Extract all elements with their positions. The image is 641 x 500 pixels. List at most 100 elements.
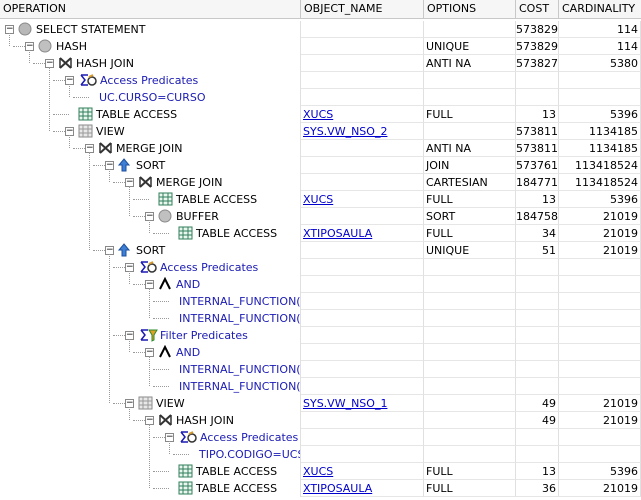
cost-cell: 51: [516, 242, 559, 259]
column-header-cardinality[interactable]: CARDINALITY: [559, 0, 641, 18]
object-name-cell: [301, 38, 424, 55]
options-cell: FULL: [424, 225, 516, 242]
column-header-operation[interactable]: OPERATION: [0, 0, 301, 18]
predicate-label: INTERNAL_FUNCTION(CURSO)=INTERNAL_FUNCTI…: [179, 380, 301, 393]
object-name-cell[interactable]: SYS.VW_NSO_2: [301, 123, 424, 140]
plan-row[interactable]: − BUFFER SORT 184758 21019: [0, 208, 641, 225]
plan-row[interactable]: TABLE ACCESS XUCS FULL 13 5396: [0, 191, 641, 208]
object-name-cell: [301, 276, 424, 293]
cardinality-cell: [559, 378, 641, 395]
plan-row[interactable]: − HASH JOIN 49 21019: [0, 412, 641, 429]
plan-row[interactable]: − Access Predicates: [0, 72, 641, 89]
operation-cell: TABLE ACCESS: [0, 191, 301, 208]
object-name-cell: [301, 344, 424, 361]
tree-guide-line: [149, 424, 150, 488]
tree-guide-line: [129, 271, 130, 284]
operation-label: SORT: [136, 159, 166, 172]
predicate-label: INTERNAL_FUNCTION(TIPO)=INTERNAL_FUNCTIO…: [179, 312, 301, 325]
plan-row[interactable]: − HASH UNIQUE 573829 114: [0, 38, 641, 55]
plan-row[interactable]: TABLE ACCESS XTIPOSAULA FULL 36 21019: [0, 480, 641, 497]
plan-row[interactable]: − MERGE JOIN CARTESIAN 184771 113418524: [0, 174, 641, 191]
plan-row[interactable]: INTERNAL_FUNCTION(CURSO)=INTERNAL_FUNCTI…: [0, 293, 641, 310]
object-name-cell: [301, 89, 424, 106]
table-icon: [178, 481, 193, 495]
operation-label: VIEW: [156, 397, 185, 410]
plan-row[interactable]: − Filter Predicates: [0, 327, 641, 344]
operation-cell: − SORT: [0, 242, 301, 259]
plan-row[interactable]: UC.CURSO=CURSO: [0, 89, 641, 106]
plan-row[interactable]: − Access Predicates: [0, 259, 641, 276]
column-header-options[interactable]: OPTIONS: [424, 0, 516, 18]
cost-cell: [516, 327, 559, 344]
tree-connector: [153, 386, 169, 387]
predicate-label: TIPO.CODIGO=UCS.CODIGO: [199, 448, 300, 461]
plan-row[interactable]: − VIEW SYS.VW_NSO_1 49 21019: [0, 395, 641, 412]
cardinality-cell: [559, 446, 641, 463]
plan-row[interactable]: − AND: [0, 276, 641, 293]
operation-cell: − Access Predicates: [0, 72, 301, 89]
plan-row[interactable]: TABLE ACCESS XUCS FULL 13 5396: [0, 106, 641, 123]
object-name-cell: [301, 259, 424, 276]
table-icon: [178, 226, 193, 240]
plan-row[interactable]: TABLE ACCESS XTIPOSAULA FULL 34 21019: [0, 225, 641, 242]
plan-row[interactable]: INTERNAL_FUNCTION(TIPO)=INTERNAL_FUNCTIO…: [0, 361, 641, 378]
object-name-cell[interactable]: SYS.VW_NSO_1: [301, 395, 424, 412]
plan-row[interactable]: − SORT JOIN 573761 113418524: [0, 157, 641, 174]
object-name-cell: [301, 174, 424, 191]
cost-cell: [516, 259, 559, 276]
tree-guide-line: [169, 441, 170, 454]
view-icon: [78, 124, 93, 138]
plan-row[interactable]: − SELECT STATEMENT 573829 114: [0, 21, 641, 38]
column-header-object-name[interactable]: OBJECT_NAME: [301, 0, 424, 18]
options-cell: SORT: [424, 208, 516, 225]
cardinality-cell: [559, 276, 641, 293]
access-predicates-icon: [138, 260, 157, 274]
cardinality-cell: 1134185: [559, 123, 641, 140]
cost-cell: [516, 276, 559, 293]
options-cell: [424, 412, 516, 429]
operation-label: MERGE JOIN: [156, 176, 223, 189]
plan-row[interactable]: − HASH JOIN ANTI NA 573827 5380: [0, 55, 641, 72]
cost-cell: 49: [516, 412, 559, 429]
object-name-cell[interactable]: XUCS: [301, 463, 424, 480]
plan-row[interactable]: − AND: [0, 344, 641, 361]
predicate-label: Access Predicates: [160, 261, 259, 274]
options-cell: [424, 293, 516, 310]
plan-row[interactable]: INTERNAL_FUNCTION(TIPO)=INTERNAL_FUNCTIO…: [0, 310, 641, 327]
tree-connector: [73, 97, 89, 98]
cost-cell: 184758: [516, 208, 559, 225]
options-cell: [424, 344, 516, 361]
tree-connector: [153, 318, 169, 319]
operation-cell: − VIEW: [0, 123, 301, 140]
object-name-cell: [301, 242, 424, 259]
plan-row[interactable]: − SORT UNIQUE 51 21019: [0, 242, 641, 259]
cardinality-cell: 114: [559, 21, 641, 38]
cardinality-cell: 21019: [559, 480, 641, 497]
plan-row[interactable]: − VIEW SYS.VW_NSO_2 573811 1134185: [0, 123, 641, 140]
object-name-cell: [301, 327, 424, 344]
object-name-cell: [301, 72, 424, 89]
operation-cell: − SORT: [0, 157, 301, 174]
predicate-label: INTERNAL_FUNCTION(TIPO)=INTERNAL_FUNCTIO…: [179, 363, 301, 376]
plan-row[interactable]: − Access Predicates: [0, 429, 641, 446]
cardinality-cell: 114: [559, 38, 641, 55]
join-icon: [58, 56, 73, 70]
options-cell: [424, 395, 516, 412]
plan-row[interactable]: TIPO.CODIGO=UCS.CODIGO: [0, 446, 641, 463]
view-icon: [138, 396, 153, 410]
plan-row[interactable]: INTERNAL_FUNCTION(CURSO)=INTERNAL_FUNCTI…: [0, 378, 641, 395]
cardinality-cell: [559, 259, 641, 276]
object-name-cell[interactable]: XTIPOSAULA: [301, 225, 424, 242]
operation-cell: − Access Predicates: [0, 259, 301, 276]
object-name-cell: [301, 446, 424, 463]
object-name-cell[interactable]: XTIPOSAULA: [301, 480, 424, 497]
tree-guide-line: [49, 67, 50, 131]
tree-guide-line: [129, 186, 130, 216]
options-cell: [424, 89, 516, 106]
object-name-cell[interactable]: XUCS: [301, 191, 424, 208]
plan-row[interactable]: TABLE ACCESS XUCS FULL 13 5396: [0, 463, 641, 480]
plan-row[interactable]: − MERGE JOIN ANTI NA 573811 1134185: [0, 140, 641, 157]
cost-cell: 573829: [516, 21, 559, 38]
object-name-cell[interactable]: XUCS: [301, 106, 424, 123]
column-header-cost[interactable]: COST: [516, 0, 559, 18]
